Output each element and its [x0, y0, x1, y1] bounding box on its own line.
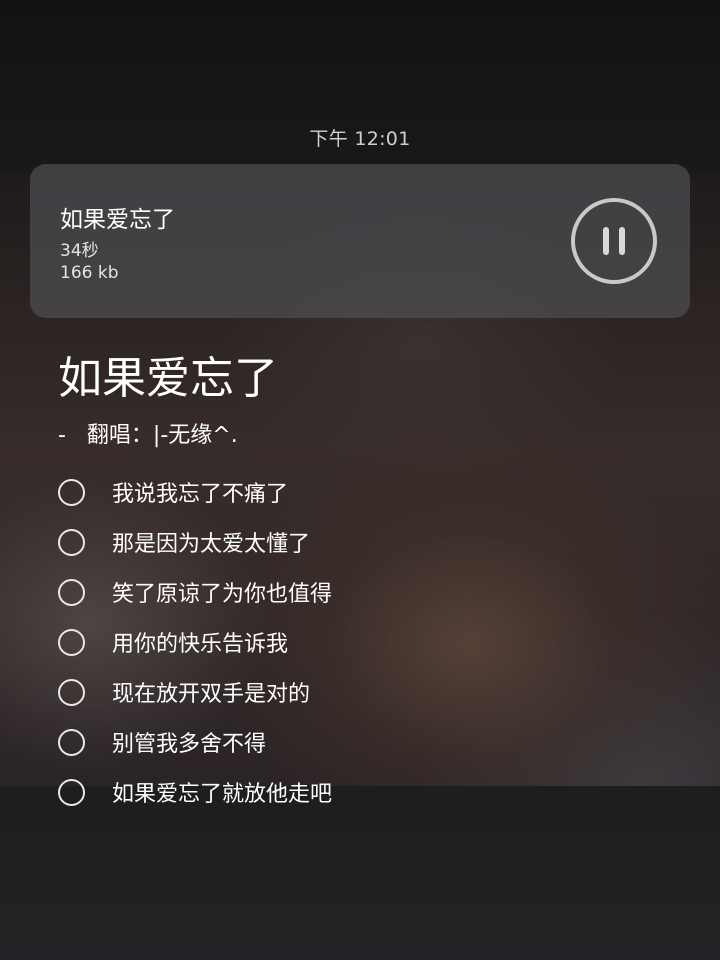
radio-button[interactable]: [58, 778, 85, 806]
pause-icon: [571, 198, 657, 284]
radio-button[interactable]: [58, 478, 85, 506]
lyric-item[interactable]: 如果爱忘了就放他走吧: [58, 767, 332, 817]
song-artist: - 翻唱：|-无缘^.: [58, 423, 238, 448]
lyric-item[interactable]: 用你的快乐告诉我: [58, 617, 332, 667]
lyric-item[interactable]: 笑了原谅了为你也值得: [58, 567, 332, 617]
lyric-item[interactable]: 我说我忘了不痛了: [58, 467, 332, 517]
lyric-item[interactable]: 现在放开双手是对的: [58, 667, 332, 717]
song-title: 如果爱忘了: [58, 353, 278, 404]
radio-button[interactable]: [58, 678, 85, 706]
lyric-text: 现在放开双手是对的: [112, 682, 311, 707]
radio-button[interactable]: [58, 728, 85, 756]
lyric-text: 我说我忘了不痛了: [112, 482, 289, 507]
radio-button[interactable]: [58, 628, 85, 656]
radio-button[interactable]: [58, 528, 85, 556]
status-time: 下午 12:01: [309, 128, 411, 150]
player-track-title: 如果爱忘了: [60, 207, 175, 233]
lyric-item[interactable]: 那是因为太爱太懂了: [58, 517, 332, 567]
player-file-size: 166 kb: [60, 263, 119, 283]
player-duration: 34秒: [60, 241, 99, 261]
lyric-text: 笑了原谅了为你也值得: [112, 582, 333, 607]
lyric-text: 那是因为太爱太懂了: [112, 532, 311, 557]
lyric-text: 用你的快乐告诉我: [112, 632, 289, 657]
screen: 下午 12:01 如果爱忘了 34秒 166 kb 如果爱忘了 - 翻唱：|-无…: [0, 0, 720, 960]
lyric-item[interactable]: 别管我多舍不得: [58, 717, 332, 767]
lyrics-list: 我说我忘了不痛了 那是因为太爱太懂了 笑了原谅了为你也值得 用你的快乐告诉我 现…: [58, 467, 332, 817]
pause-button[interactable]: [570, 197, 658, 285]
lyric-text: 别管我多舍不得: [112, 732, 267, 757]
player-card: 如果爱忘了 34秒 166 kb: [30, 164, 690, 318]
lyric-text: 如果爱忘了就放他走吧: [112, 782, 333, 807]
radio-button[interactable]: [58, 578, 85, 606]
